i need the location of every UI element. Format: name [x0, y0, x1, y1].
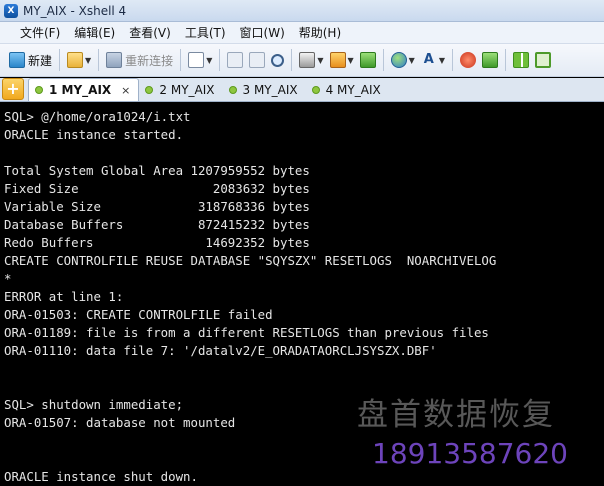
transfer-button[interactable]: ▼ — [327, 48, 357, 72]
add-tab-button[interactable]: + — [2, 78, 24, 100]
fullscreen-icon — [534, 52, 551, 68]
tab-label: 1 MY_AIX — [49, 83, 112, 97]
menu-view[interactable]: 查看(V) — [123, 22, 177, 43]
new-session-button[interactable]: 新建 — [6, 48, 55, 72]
connected-status-icon — [145, 86, 154, 94]
terminal-line: Redo Buffers 14692352 bytes — [4, 235, 310, 250]
paste-button[interactable] — [246, 48, 268, 72]
terminal-line: SQL> @/home/ora1024/i.txt — [4, 109, 191, 124]
sftp-icon — [359, 52, 376, 68]
sftp-button[interactable] — [357, 48, 379, 72]
transfer-icon — [329, 52, 346, 68]
open-folder-button[interactable]: ▼ — [64, 48, 94, 72]
layout-button[interactable] — [510, 48, 532, 72]
copy-icon — [227, 52, 244, 68]
chevron-down-icon: ▼ — [347, 55, 354, 65]
connected-status-icon — [311, 86, 320, 94]
copy-button[interactable] — [224, 48, 246, 72]
printer-icon — [299, 52, 316, 68]
link-icon — [106, 52, 123, 68]
paste-icon — [249, 52, 266, 68]
connected-status-icon — [35, 86, 43, 94]
terminal-line: ORA-01189: file is from a different RESE… — [4, 325, 489, 340]
terminal-line: Fixed Size 2083632 bytes — [4, 181, 310, 196]
connected-status-icon — [228, 86, 237, 94]
terminal-line: Database Buffers 872415232 bytes — [4, 217, 310, 232]
terminal-line: ORACLE instance started. — [4, 127, 184, 142]
font-button[interactable]: A ▼ — [418, 48, 448, 72]
properties-icon — [188, 52, 205, 68]
find-button[interactable] — [268, 48, 287, 72]
terminal-line: Total System Global Area 1207959552 byte… — [4, 163, 310, 178]
chevron-down-icon: ▼ — [408, 55, 415, 65]
terminal-line: ERROR at line 1: — [4, 289, 124, 304]
reconnect-button[interactable]: 重新连接 — [103, 48, 176, 72]
tab-session-3[interactable]: 3 MY_AIX — [223, 79, 306, 101]
terminal-line: CREATE CONTROLFILE REUSE DATABASE "SQYSZ… — [4, 253, 497, 268]
xftp-icon — [459, 52, 476, 68]
close-icon[interactable]: × — [121, 84, 130, 97]
xshell-app-icon: X — [4, 3, 18, 18]
toolbar-separator — [504, 49, 506, 71]
properties-button[interactable]: ▼ — [185, 48, 215, 72]
chevron-down-icon: ▼ — [317, 55, 324, 65]
menu-file[interactable]: 文件(F) — [14, 22, 66, 43]
reconnect-label: 重新连接 — [125, 53, 174, 68]
tab-label: 2 MY_AIX — [159, 83, 215, 97]
toolbar-separator — [451, 49, 453, 71]
tab-session-2[interactable]: 2 MY_AIX — [139, 79, 222, 101]
session-tab-bar: + 1 MY_AIX × 2 MY_AIX 3 MY_AIX 4 MY_AIX — [0, 78, 604, 102]
toolbar-separator — [219, 49, 221, 71]
tab-label: 3 MY_AIX — [242, 83, 298, 97]
terminal-line: * — [4, 271, 12, 286]
title-bar: X MY_AIX - Xshell 4 — [0, 0, 604, 22]
terminal-line: ORA-01110: data file 7: '/datalv2/E_ORAD… — [4, 343, 437, 358]
menu-edit[interactable]: 编辑(E) — [68, 22, 121, 43]
globe-button[interactable]: ▼ — [388, 48, 418, 72]
terminal-line: ORA-01503: CREATE CONTROLFILE failed — [4, 307, 273, 322]
toolbar: 新建 ▼ 重新连接 ▼ ▼ ▼ ▼ A ▼ — [0, 44, 604, 77]
watermark-phone: 18913587620 — [372, 437, 568, 470]
chevron-down-icon: ▼ — [206, 55, 213, 65]
menu-bar: 文件(F) 编辑(E) 查看(V) 工具(T) 窗口(W) 帮助(H) — [0, 22, 604, 44]
xftp-button[interactable] — [457, 48, 479, 72]
toolbar-separator — [291, 49, 293, 71]
terminal-line: ORACLE instance shut down. — [4, 469, 198, 484]
tab-session-4[interactable]: 4 MY_AIX — [306, 79, 389, 101]
folder-icon — [67, 52, 84, 68]
terminal-line: Variable Size 318768336 bytes — [4, 199, 310, 214]
layout-grid-icon — [512, 52, 529, 68]
globe-icon — [390, 52, 407, 68]
script-icon — [481, 52, 498, 68]
new-session-icon — [9, 52, 25, 68]
toolbar-separator — [59, 49, 61, 71]
menu-tools[interactable]: 工具(T) — [179, 22, 232, 43]
script-button[interactable] — [479, 48, 501, 72]
fullscreen-button[interactable] — [532, 48, 554, 72]
menu-help[interactable]: 帮助(H) — [293, 22, 347, 43]
tab-label: 4 MY_AIX — [325, 83, 381, 97]
toolbar-separator — [382, 49, 384, 71]
new-session-label: 新建 — [28, 53, 53, 68]
chevron-down-icon: ▼ — [85, 55, 92, 65]
toolbar-separator — [98, 49, 100, 71]
toolbar-separator — [180, 49, 182, 71]
search-icon — [271, 53, 285, 67]
font-icon: A — [423, 52, 434, 67]
menu-window[interactable]: 窗口(W) — [234, 22, 291, 43]
tab-session-1[interactable]: 1 MY_AIX × — [28, 78, 140, 101]
print-button[interactable]: ▼ — [296, 48, 326, 72]
watermark-company: 盘首数据恢复 — [357, 397, 555, 433]
chevron-down-icon: ▼ — [438, 55, 445, 65]
window-title: MY_AIX - Xshell 4 — [23, 3, 127, 18]
